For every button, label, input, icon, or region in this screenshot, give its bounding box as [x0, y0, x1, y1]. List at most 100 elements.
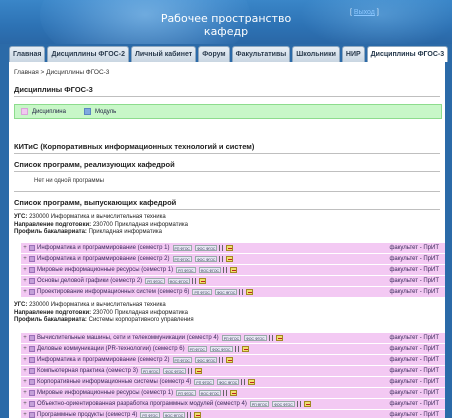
edit-icon[interactable] [230, 266, 238, 273]
discipline-row[interactable]: + Программные продукты (семестр 4) РП ФГОС… [21, 409, 445, 418]
fos-badge[interactable]: ФОС ФГОС [198, 266, 222, 273]
logout-link[interactable]: Выход [354, 9, 375, 16]
divider [14, 191, 440, 192]
rp-badge[interactable]: РП ФГОС [221, 334, 242, 341]
tab-forum[interactable]: Форум [198, 46, 230, 62]
rp-badge[interactable]: РП ФГОС [140, 411, 160, 418]
discipline-row[interactable]: + Информатика и программирование (семестр… [21, 253, 445, 264]
fos-badge[interactable]: ФОС ФГОС [272, 400, 295, 407]
edit-icon[interactable] [303, 400, 311, 407]
discipline-name[interactable]: Информатика и программирование (семестр … [37, 357, 170, 363]
edit-icon[interactable] [248, 378, 256, 385]
tab-electives[interactable]: Факультативы [231, 46, 291, 62]
discipline-row[interactable]: + Объектно-ориентированная разработка про… [21, 398, 445, 409]
discipline-name[interactable]: Проектирование информационных систем (се… [37, 289, 189, 295]
discipline-name[interactable]: Компьютерная практика (семестр 3) [37, 368, 138, 374]
fos-badge[interactable]: ФОС ФГОС [163, 367, 186, 374]
fos-badge[interactable]: ФОС ФГОС [162, 411, 186, 418]
program2-list: + Вычислительные машины, сети и телекомму… [21, 333, 445, 418]
edit-icon[interactable] [275, 334, 283, 341]
edit-icon[interactable] [226, 356, 234, 363]
expand-icon[interactable]: + [21, 346, 29, 352]
discipline-row[interactable]: + Деловые коммуникации (PR-технологии) (с… [21, 343, 445, 354]
discipline-row[interactable]: + Информатика и программирование (семестр… [21, 243, 445, 253]
faculty-label: факультет - ПрИТ [389, 400, 439, 407]
discipline-name[interactable]: Деловые коммуникации (PR-технологии) (се… [37, 346, 185, 352]
discipline-row[interactable]: + Мировые информационные ресурсы (семестр… [21, 387, 445, 398]
divider [14, 171, 440, 172]
edit-icon[interactable] [226, 255, 234, 262]
expand-icon[interactable]: + [21, 412, 29, 418]
rp-badge[interactable]: РП ФГОС [145, 277, 165, 284]
discipline-row[interactable]: + Компьютерная практика (семестр 3) РП ФГО… [21, 365, 445, 376]
rp-badge[interactable]: РП ФГОС [140, 367, 161, 374]
tab-fgos3[interactable]: Дисциплины ФГОС-3 [366, 46, 449, 63]
discipline-row[interactable]: + Проектирование информационных систем (с… [21, 286, 445, 297]
tab-pupils[interactable]: Школьники [292, 46, 340, 62]
expand-icon[interactable]: + [21, 256, 29, 262]
expand-icon[interactable]: + [21, 379, 29, 385]
fos-badge[interactable]: ФОС ФГОС [167, 277, 191, 284]
tab-fgos2[interactable]: Дисциплины ФГОС-2 [47, 46, 129, 62]
fos-badge[interactable]: ФОС ФГОС [216, 378, 240, 385]
tab-cabinet[interactable]: Личный кабинет [130, 46, 197, 62]
top-links: [ Выход ] [350, 9, 379, 16]
rp-badge[interactable]: РП ФГОС [187, 345, 208, 352]
discipline-row[interactable]: + Вычислительные машины, сети и телекомму… [21, 333, 445, 343]
main-tabs: Главная Дисциплины ФГОС-2 Личный кабинет… [9, 46, 449, 63]
rp-badge[interactable]: РП ФГОС [176, 266, 196, 273]
direction-value: 230700 Прикладная информатика [92, 309, 188, 316]
discipline-row[interactable]: + Мировые информационные ресурсы (семестр… [21, 264, 445, 275]
expand-icon[interactable]: + [21, 289, 29, 295]
discipline-row[interactable]: + Основы деловой графики (семестр 2) РП ФГ… [21, 275, 445, 286]
discipline-row[interactable]: + Корпоративные информационные системы (с… [21, 376, 445, 387]
expand-icon[interactable]: + [21, 278, 29, 284]
discipline-name[interactable]: Объектно-ориентированная разработка прог… [37, 401, 247, 407]
faculty-label: факультет - ПрИТ [389, 389, 439, 396]
rp-badge[interactable]: РП ФГОС [194, 378, 214, 385]
expand-icon[interactable]: + [21, 335, 29, 341]
fos-badge[interactable]: ФОС ФГОС [214, 288, 238, 295]
discipline-name[interactable]: Информатика и программирование (семестр … [37, 245, 170, 251]
fos-badge[interactable]: ФОС ФГОС [194, 255, 218, 262]
faculty-label: факультет - ПрИТ [389, 411, 439, 418]
rp-badge[interactable]: РП ФГОС [192, 288, 212, 295]
edit-icon[interactable] [230, 389, 238, 396]
fos-badge[interactable]: ФОС ФГОС [194, 244, 218, 251]
discipline-name[interactable]: Информатика и программирование (семестр … [37, 256, 170, 262]
edit-icon[interactable] [194, 411, 202, 418]
discipline-name[interactable]: Мировые информационные ресурсы (семестр … [37, 267, 173, 273]
fos-badge[interactable]: ФОС ФГОС [194, 356, 218, 363]
fos-badge[interactable]: ФОС ФГОС [244, 334, 267, 341]
tab-home[interactable]: Главная [9, 46, 46, 62]
faculty-label: факультет - ПрИТ [389, 367, 439, 374]
tab-nir[interactable]: НИР [341, 46, 365, 62]
discipline-name[interactable]: Программные продукты (семестр 4) [37, 412, 137, 418]
fos-badge[interactable]: ФОС ФГОС [198, 389, 222, 396]
edit-icon[interactable] [199, 277, 207, 284]
rp-badge[interactable]: РП ФГОС [176, 389, 196, 396]
discipline-name[interactable]: Корпоративные информационные системы (се… [37, 379, 191, 385]
fos-badge[interactable]: ФОС ФГОС [210, 345, 233, 352]
impl-section-title: Список программ, реализующих кафедрой [14, 160, 175, 169]
rp-badge[interactable]: РП ФГОС [172, 244, 192, 251]
discipline-row[interactable]: + Информатика и программирование (семестр… [21, 354, 445, 365]
discipline-name[interactable]: Основы деловой графики (семестр 2) [37, 278, 142, 284]
edit-icon[interactable] [241, 345, 249, 352]
ugs-label: УГС: [14, 302, 28, 308]
discipline-name[interactable]: Вычислительные машины, сети и телекоммун… [37, 335, 219, 341]
expand-icon[interactable]: + [21, 401, 29, 407]
edit-icon[interactable] [226, 244, 234, 251]
rp-badge[interactable]: РП ФГОС [172, 255, 192, 262]
expand-icon[interactable]: + [21, 357, 29, 363]
header-banner: Рабочее пространство кафедр [ Выход ] [0, 0, 452, 44]
edit-icon[interactable] [194, 367, 202, 374]
rp-badge[interactable]: РП ФГОС [172, 356, 192, 363]
expand-icon[interactable]: + [21, 267, 29, 273]
expand-icon[interactable]: + [21, 390, 29, 396]
expand-icon[interactable]: + [21, 245, 29, 251]
discipline-name[interactable]: Мировые информационные ресурсы (семестр … [37, 390, 173, 396]
edit-icon[interactable] [246, 288, 254, 295]
rp-badge[interactable]: РП ФГОС [249, 400, 270, 407]
expand-icon[interactable]: + [21, 368, 29, 374]
